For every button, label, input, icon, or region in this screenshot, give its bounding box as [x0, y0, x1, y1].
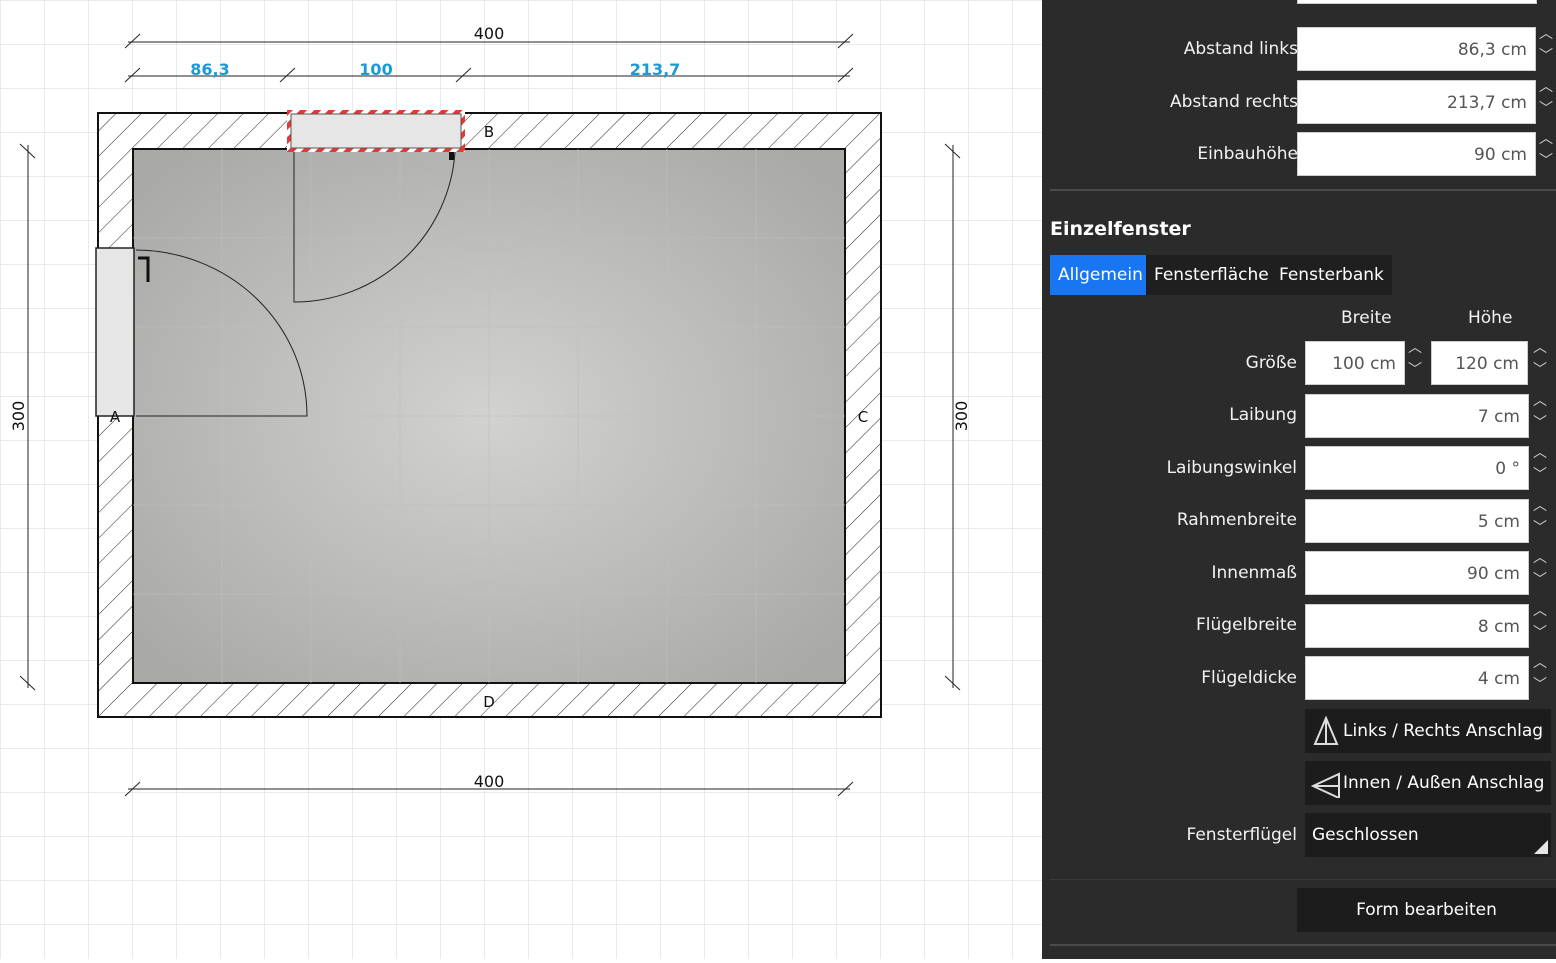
chevron-down-icon[interactable]: ﹀: [1530, 363, 1550, 385]
chevron-up-icon[interactable]: ︿: [1530, 499, 1550, 521]
abstand-links-stepper[interactable]: ︿ ﹀: [1536, 27, 1556, 71]
dim-left: 300: [9, 401, 28, 432]
wall-label-a: A: [110, 408, 121, 426]
chevron-up-icon[interactable]: ︿: [1530, 604, 1550, 626]
fluegelbreite-label: Flügelbreite: [1196, 615, 1297, 635]
fluegelbreite-stepper[interactable]: ︿ ﹀: [1530, 604, 1550, 648]
abstand-rechts-stepper[interactable]: ︿ ﹀: [1536, 80, 1556, 124]
chevron-down-icon[interactable]: ﹀: [1530, 468, 1550, 490]
fluegeldicke-stepper[interactable]: ︿ ﹀: [1530, 656, 1550, 700]
properties-panel: Abstand links 86,3 cm ︿ ﹀ Abstand rechts …: [1042, 0, 1556, 959]
dim-top-left[interactable]: 86,3: [190, 60, 229, 79]
abstand-links-input[interactable]: 86,3 cm: [1297, 27, 1536, 71]
abstand-rechts-input[interactable]: 213,7 cm: [1297, 80, 1536, 124]
chevron-down-icon[interactable]: ﹀: [1530, 573, 1550, 595]
chevron-down-icon[interactable]: ﹀: [1536, 102, 1556, 124]
chevron-down-icon[interactable]: ﹀: [1536, 49, 1556, 71]
top-cut-input[interactable]: [1297, 0, 1537, 4]
einbauhoehe-stepper[interactable]: ︿ ﹀: [1536, 132, 1556, 176]
innenmass-label: Innenmaß: [1211, 563, 1297, 583]
divider: [1050, 944, 1556, 946]
groesse-breite-stepper[interactable]: ︿ ﹀: [1405, 341, 1425, 385]
rahmenbreite-label: Rahmenbreite: [1176, 510, 1297, 530]
chevron-up-icon[interactable]: ︿: [1405, 341, 1425, 363]
divider: [1050, 189, 1556, 191]
fluegeldicke-label: Flügeldicke: [1201, 668, 1297, 688]
tab-fensterbank[interactable]: Fensterbank: [1271, 255, 1392, 295]
chevron-down-icon[interactable]: ﹀: [1530, 521, 1550, 543]
section-title: Einzelfenster: [1050, 218, 1191, 240]
chevron-up-icon[interactable]: ︿: [1530, 341, 1550, 363]
groesse-hoehe-input[interactable]: 120 cm: [1431, 341, 1528, 385]
wall-label-b: B: [484, 123, 494, 141]
fensterfluegel-label: Fensterflügel: [1186, 825, 1297, 845]
dim-top-total: 400: [474, 24, 505, 43]
laibung-label: Laibung: [1229, 405, 1297, 425]
window-b-hinge: [449, 152, 454, 160]
fluegeldicke-input[interactable]: 4 cm: [1305, 656, 1529, 700]
laibungswinkel-stepper[interactable]: ︿ ﹀: [1530, 446, 1550, 490]
hinge-direction-icon: [1311, 772, 1340, 798]
chevron-down-icon[interactable]: ﹀: [1530, 678, 1550, 700]
groesse-label: Größe: [1245, 353, 1297, 373]
abstand-rechts-label: Abstand rechts: [1169, 92, 1298, 112]
form-bearbeiten-label: Form bearbeiten: [1356, 900, 1497, 920]
fluegelbreite-input[interactable]: 8 cm: [1305, 604, 1529, 648]
links-rechts-anschlag-label: Links / Rechts Anschlag: [1343, 721, 1544, 741]
chevron-up-icon[interactable]: ︿: [1530, 446, 1550, 468]
innenmass-input[interactable]: 90 cm: [1305, 551, 1529, 595]
chevron-up-icon[interactable]: ︿: [1536, 27, 1556, 49]
hinge-side-icon: [1313, 716, 1339, 745]
column-header-hoehe: Höhe: [1468, 308, 1513, 328]
column-header-breite: Breite: [1341, 308, 1392, 328]
rahmenbreite-input[interactable]: 5 cm: [1305, 499, 1529, 543]
chevron-up-icon[interactable]: ︿: [1530, 656, 1550, 678]
links-rechts-anschlag-button[interactable]: Links / Rechts Anschlag: [1305, 709, 1551, 753]
chevron-up-icon[interactable]: ︿: [1536, 80, 1556, 102]
chevron-up-icon[interactable]: ︿: [1530, 394, 1550, 416]
divider: [1050, 879, 1556, 880]
fensterfluegel-select[interactable]: Geschlossen: [1305, 813, 1551, 857]
laibungswinkel-input[interactable]: 0 °: [1305, 446, 1529, 490]
tab-allgemein[interactable]: Allgemein: [1050, 255, 1151, 295]
abstand-links-label: Abstand links: [1183, 39, 1298, 59]
rahmenbreite-stepper[interactable]: ︿ ﹀: [1530, 499, 1550, 543]
chevron-down-icon[interactable]: ﹀: [1536, 154, 1556, 176]
laibung-input[interactable]: 7 cm: [1305, 394, 1529, 438]
floor-plan-svg[interactable]: A B C D 400 86,3 100 213,7 400 300 300: [0, 0, 1042, 959]
dim-top-right[interactable]: 213,7: [630, 60, 681, 79]
groesse-breite-input[interactable]: 100 cm: [1305, 341, 1405, 385]
tab-fensterflaeche[interactable]: Fensterfläche: [1146, 255, 1277, 295]
room[interactable]: [97, 112, 882, 718]
einbauhoehe-input[interactable]: 90 cm: [1297, 132, 1536, 176]
chevron-down-icon[interactable]: ﹀: [1530, 416, 1550, 438]
einbauhoehe-label: Einbauhöhe: [1197, 144, 1298, 164]
dropdown-corner-icon: [1534, 840, 1548, 854]
chevron-up-icon[interactable]: ︿: [1530, 551, 1550, 573]
form-bearbeiten-button[interactable]: Form bearbeiten: [1297, 888, 1556, 932]
dim-bottom: 400: [474, 772, 505, 791]
innen-aussen-anschlag-button[interactable]: Innen / Außen Anschlag: [1305, 761, 1551, 805]
dim-top-window[interactable]: 100: [359, 60, 392, 79]
wall-label-c: C: [858, 408, 868, 426]
chevron-down-icon[interactable]: ﹀: [1530, 626, 1550, 648]
laibung-stepper[interactable]: ︿ ﹀: [1530, 394, 1550, 438]
floor-plan-canvas[interactable]: A B C D 400 86,3 100 213,7 400 300 300: [0, 0, 1042, 959]
laibungswinkel-label: Laibungswinkel: [1166, 458, 1297, 478]
fensterfluegel-value: Geschlossen: [1312, 825, 1419, 845]
innenmass-stepper[interactable]: ︿ ﹀: [1530, 551, 1550, 595]
chevron-down-icon[interactable]: ﹀: [1405, 363, 1425, 385]
wall-label-d: D: [483, 693, 495, 711]
innen-aussen-anschlag-label: Innen / Außen Anschlag: [1343, 773, 1545, 793]
groesse-hoehe-stepper[interactable]: ︿ ﹀: [1530, 341, 1550, 385]
dim-right: 300: [952, 401, 971, 432]
chevron-up-icon[interactable]: ︿: [1536, 132, 1556, 154]
